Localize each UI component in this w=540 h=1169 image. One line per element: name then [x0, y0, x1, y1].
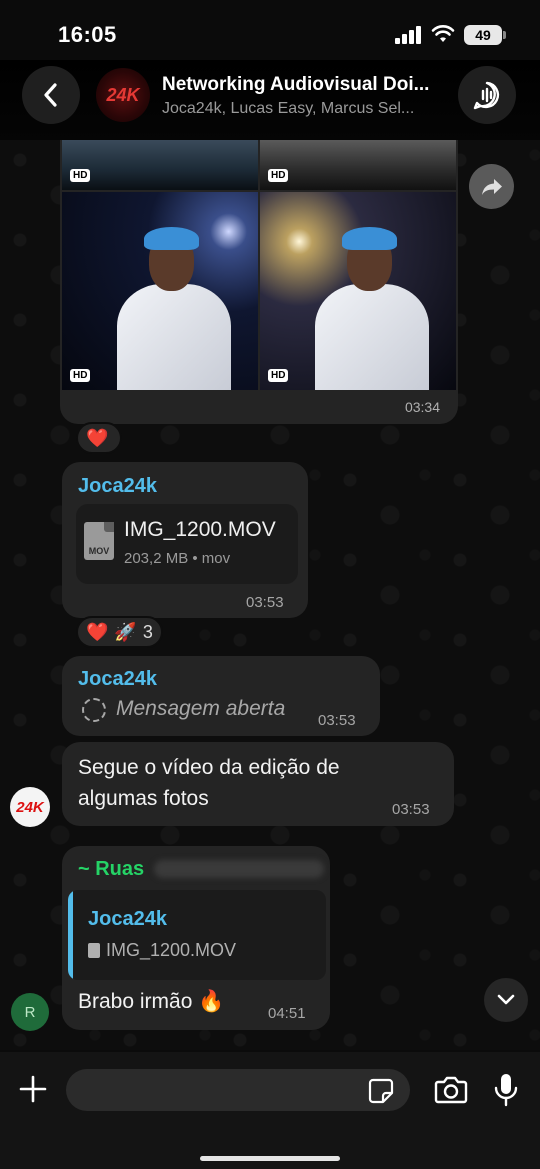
attach-button[interactable]: [14, 1070, 52, 1108]
reply-message[interactable]: ~ Ruas Joca24k IMG_1200.MOV Brabo irmão …: [62, 846, 330, 1030]
file-attachment[interactable]: MOV IMG_1200.MOV 203,2 MB • mov: [76, 504, 298, 584]
message-text-line: Segue o vídeo da edição de: [78, 756, 340, 779]
sender-name[interactable]: ~ Ruas: [78, 858, 144, 881]
reaction-pill[interactable]: ❤️: [76, 422, 122, 454]
sticker-icon[interactable]: [368, 1078, 394, 1104]
group-call-icon: [473, 81, 500, 110]
message-time: 03:34: [404, 399, 440, 415]
chat-header: 24K Networking Audiovisual Doi... Joca24…: [0, 60, 540, 140]
message-composer: [0, 1052, 540, 1169]
status-time: 16:05: [58, 22, 117, 47]
back-button[interactable]: [22, 66, 80, 124]
cellular-signal-icon: [395, 26, 423, 44]
blurred-phone-number: [154, 860, 324, 878]
opened-label: Mensagem aberta: [116, 697, 286, 720]
camera-icon[interactable]: [434, 1074, 468, 1106]
status-bar: 16:05 49: [0, 0, 540, 60]
heart-reaction: ❤️: [86, 621, 109, 642]
quoted-file: IMG_1200.MOV: [88, 940, 236, 961]
message-time: 03:53: [246, 594, 284, 611]
document-icon: MOV: [84, 522, 114, 560]
sender-avatar[interactable]: 24K: [10, 787, 50, 827]
document-icon: [88, 943, 100, 958]
hd-badge: HD: [268, 169, 289, 182]
quote-bar: [68, 890, 73, 980]
message-text-line: algumas fotos: [78, 787, 209, 810]
file-name: IMG_1200.MOV: [124, 518, 276, 541]
home-indicator: [200, 1156, 340, 1161]
forward-button[interactable]: [469, 164, 514, 209]
hd-badge: HD: [70, 369, 91, 382]
view-once-message[interactable]: Joca24k Mensagem aberta 03:53: [62, 656, 380, 736]
quoted-sender: Joca24k: [88, 908, 167, 930]
media-message[interactable]: HD HD HD HD 03:34: [60, 140, 458, 424]
battery-indicator: 49: [464, 25, 506, 45]
message-time: 03:53: [392, 801, 430, 818]
reaction-pill[interactable]: ❤️ 🚀 3: [76, 616, 163, 648]
group-members[interactable]: Joca24k, Lucas Easy, Marcus Sel...: [162, 100, 442, 118]
group-title[interactable]: Networking Audiovisual Doi...: [162, 74, 442, 96]
photo-thumbnail[interactable]: HD: [260, 192, 456, 390]
photo-thumbnail[interactable]: HD: [62, 140, 258, 190]
view-once-icon: [82, 698, 106, 722]
hd-badge: HD: [70, 169, 91, 182]
text-message[interactable]: Segue o vídeo da edição de algumas fotos…: [62, 742, 454, 826]
heart-reaction: ❤️: [86, 427, 109, 448]
message-text: Brabo irmão 🔥: [78, 990, 225, 1013]
file-message[interactable]: Joca24k MOV IMG_1200.MOV 203,2 MB • mov …: [62, 462, 308, 618]
group-call-button[interactable]: [458, 66, 516, 124]
file-meta: 203,2 MB • mov: [124, 550, 231, 567]
sender-name[interactable]: Joca24k: [78, 475, 157, 498]
group-avatar[interactable]: 24K: [96, 68, 150, 122]
quoted-file-name: IMG_1200.MOV: [106, 940, 237, 960]
message-time: 03:53: [318, 712, 356, 729]
microphone-icon[interactable]: [492, 1072, 520, 1108]
chevron-down-icon: [497, 994, 515, 1005]
forward-arrow-icon: [481, 178, 502, 195]
scroll-to-bottom-button[interactable]: [484, 978, 528, 1022]
reaction-count: 3: [142, 621, 153, 642]
message-time: 04:51: [268, 1005, 306, 1022]
photo-thumbnail[interactable]: HD: [260, 140, 456, 190]
wifi-icon: [431, 25, 455, 42]
plus-icon: [19, 1075, 47, 1103]
message-input[interactable]: [66, 1069, 410, 1111]
rocket-reaction: 🚀: [114, 621, 137, 642]
photo-thumbnail[interactable]: HD: [62, 192, 258, 390]
hd-badge: HD: [268, 369, 289, 382]
sender-name[interactable]: Joca24k: [78, 668, 157, 691]
quoted-message[interactable]: Joca24k IMG_1200.MOV: [68, 890, 326, 980]
chevron-left-icon: [44, 83, 57, 107]
sender-avatar[interactable]: R: [11, 993, 49, 1031]
